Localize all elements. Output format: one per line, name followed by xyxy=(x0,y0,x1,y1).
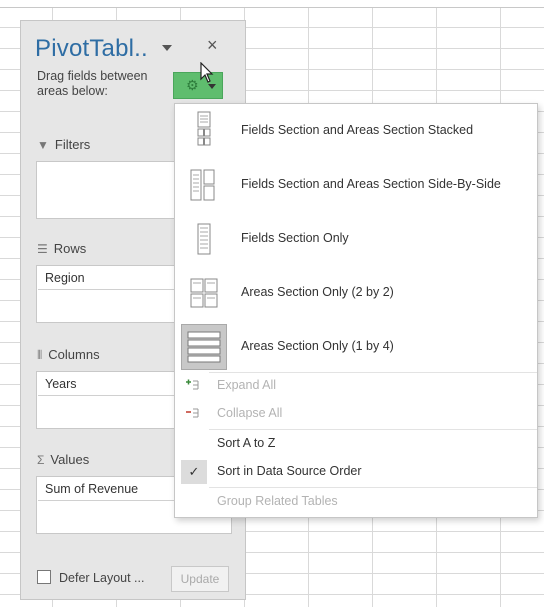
values-label: Σ Values xyxy=(37,452,90,467)
layout-side-by-side-icon xyxy=(181,162,227,208)
sigma-icon: Σ xyxy=(37,453,45,467)
menu-item-fields-only[interactable]: Fields Section Only xyxy=(175,212,537,266)
menu-item-areas-2x2[interactable]: Areas Section Only (2 by 2) xyxy=(175,266,537,320)
expand-all-icon xyxy=(185,378,199,392)
layout-fields-only-icon xyxy=(181,216,227,262)
drag-instructions: Drag fields between areas below: xyxy=(37,69,148,98)
grid-top-border xyxy=(0,0,544,8)
layout-stacked-icon xyxy=(181,108,227,154)
filters-label: ▼ Filters xyxy=(37,137,91,152)
title-dropdown-icon[interactable] xyxy=(162,45,172,51)
update-button[interactable]: Update xyxy=(171,566,229,592)
menu-item-stacked[interactable]: Fields Section and Areas Section Stacked xyxy=(175,104,537,158)
layout-areas-1x4-icon xyxy=(181,324,227,370)
menu-item-expand-all[interactable]: Expand All xyxy=(175,372,537,400)
rows-icon: ☰ xyxy=(37,242,48,256)
columns-icon: ⦀ xyxy=(37,348,43,362)
mouse-cursor-icon xyxy=(200,62,214,83)
pane-title[interactable]: PivotTabl.. xyxy=(35,35,148,63)
menu-item-group-related-tables[interactable]: Group Related Tables xyxy=(175,488,537,516)
defer-layout-checkbox[interactable]: Defer Layout ... xyxy=(37,570,144,585)
close-icon[interactable]: × xyxy=(207,35,218,56)
menu-item-collapse-all[interactable]: Collapse All xyxy=(175,400,537,428)
checkbox-icon[interactable] xyxy=(37,570,51,584)
menu-item-areas-1x4[interactable]: Areas Section Only (1 by 4) xyxy=(175,320,537,374)
columns-label: ⦀ Columns xyxy=(37,347,100,362)
menu-item-side-by-side[interactable]: Fields Section and Areas Section Side-By… xyxy=(175,158,537,212)
gear-icon: ⚙ xyxy=(186,77,199,93)
tools-dropdown-menu: Fields Section and Areas Section Stacked… xyxy=(174,103,538,518)
collapse-all-icon xyxy=(185,406,199,420)
chevron-down-icon xyxy=(208,84,216,89)
menu-item-sort-a-z[interactable]: Sort A to Z xyxy=(175,430,537,458)
checkmark-icon: ✓ xyxy=(181,460,207,484)
layout-areas-2x2-icon xyxy=(181,270,227,316)
menu-item-sort-source-order[interactable]: ✓ Sort in Data Source Order xyxy=(175,458,537,486)
filter-icon: ▼ xyxy=(37,138,49,152)
rows-label: ☰ Rows xyxy=(37,241,87,256)
